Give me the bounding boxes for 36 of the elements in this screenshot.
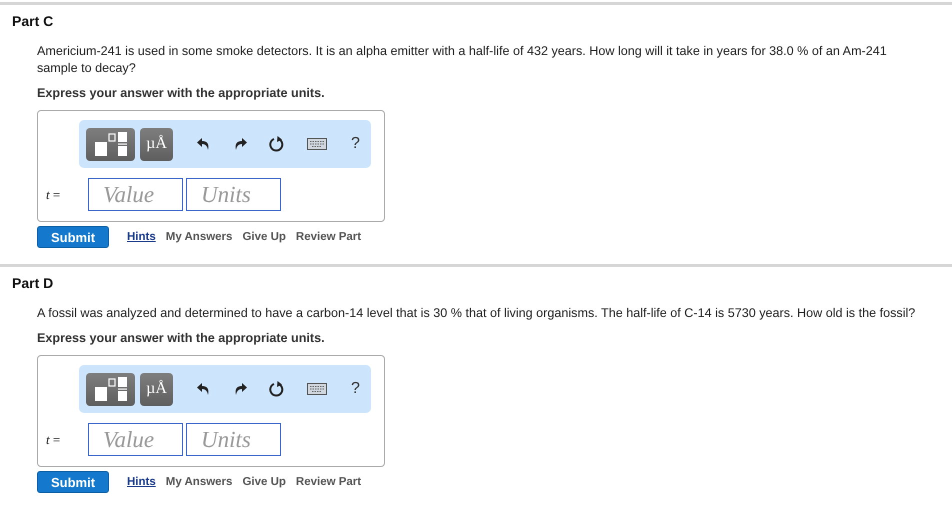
hints-link[interactable]: Hints [127,476,156,488]
redo-icon[interactable] [233,137,247,151]
question-text: A fossil was analyzed and determined to have a carbon-14 level that is 30 % that of living organisms. The half-life of C-14 is 5730 years. How old is the fossil? [37,305,916,322]
units-field[interactable]: Units [186,423,281,456]
help-button[interactable]: ? [351,380,360,398]
variable-label: t = [46,432,62,448]
action-link[interactable]: My Answers [166,476,232,488]
templates-button[interactable] [86,372,135,406]
action-link[interactable]: Give Up [242,476,286,488]
reset-icon[interactable] [269,381,285,397]
instruction-text: Express your answer with the appropriate units. [37,331,326,345]
submit-button[interactable]: Submit [37,471,109,493]
keyboard-icon[interactable] [307,383,327,395]
action-link[interactable]: Review Part [296,231,362,243]
question-text: Americium-241 is used in some smoke detectors. It is an alpha emitter with a half-life of 432 years. How long will it take in years for 38.0 % of an Am-241 sample to decay? [37,43,888,77]
redo-icon[interactable] [233,382,247,396]
submit-button[interactable]: Submit [37,226,109,248]
part-title: Part D [12,275,54,291]
instruction-text: Express your answer with the appropriate units. [37,86,326,100]
units-button[interactable]: µÅ [140,372,173,406]
action-link[interactable]: Give Up [242,231,286,243]
help-button[interactable]: ? [351,135,360,153]
variable-label: t = [46,186,62,202]
keyboard-icon[interactable] [307,138,327,150]
part-title: Part C [12,13,54,29]
undo-icon[interactable] [197,137,211,151]
templates-button[interactable] [86,128,135,160]
units-field[interactable]: Units [186,178,281,211]
value-field[interactable]: Value [88,178,183,211]
action-link[interactable]: Review Part [296,476,362,488]
value-field[interactable]: Value [88,423,183,456]
reset-icon[interactable] [269,136,285,152]
action-link[interactable]: My Answers [166,231,232,243]
undo-icon[interactable] [197,382,211,396]
hints-link[interactable]: Hints [127,231,156,243]
units-button[interactable]: µÅ [140,128,173,160]
